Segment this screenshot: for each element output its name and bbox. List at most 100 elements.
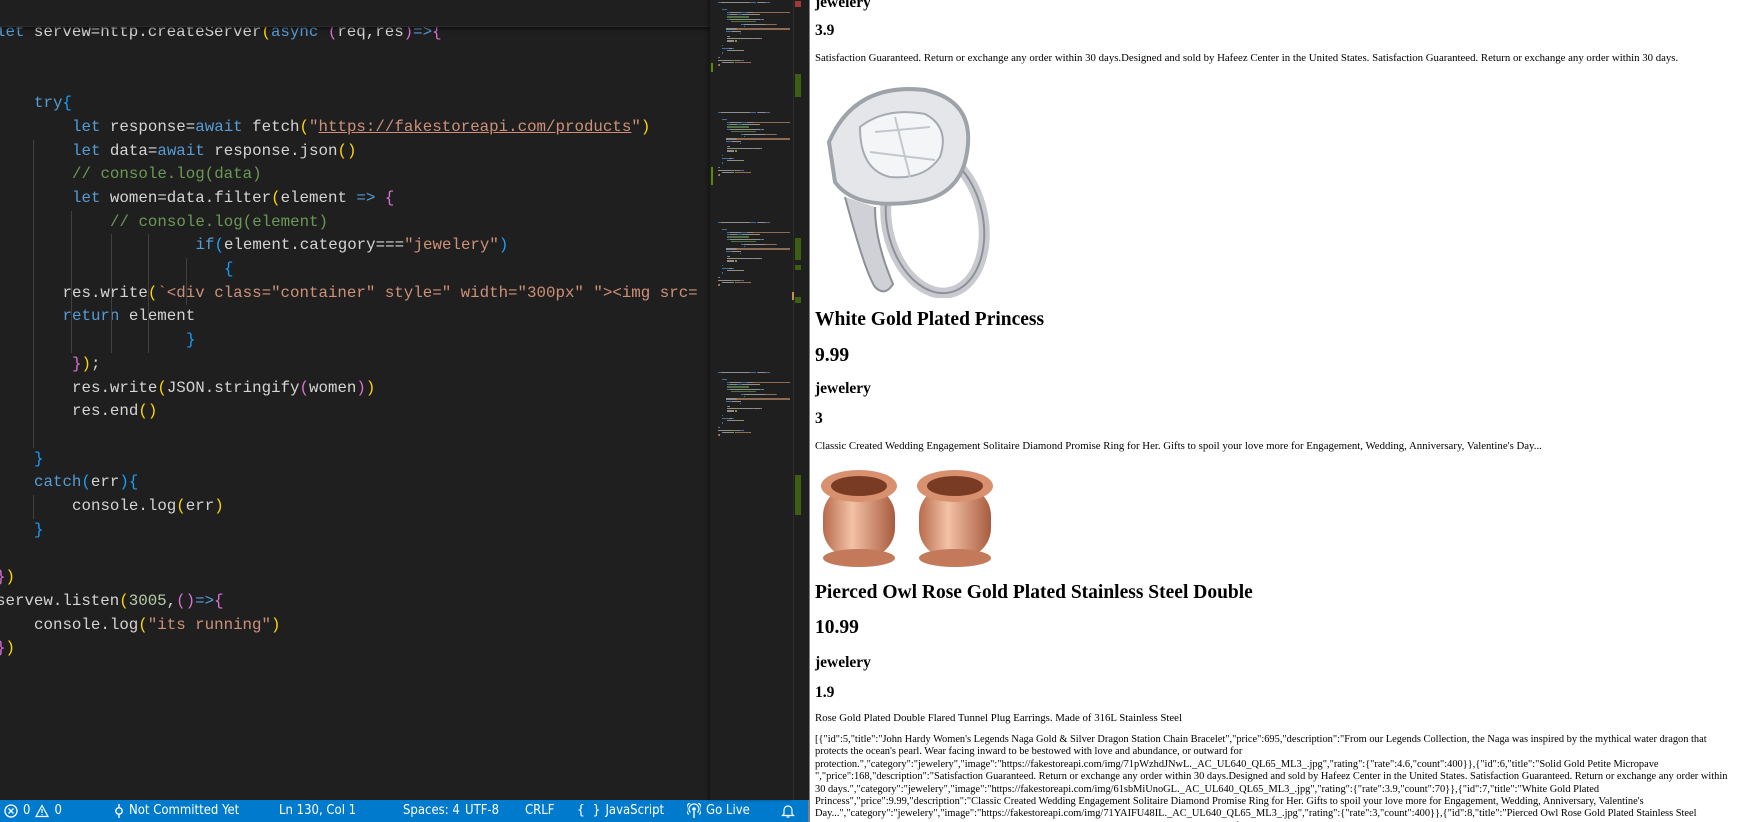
minimap-token [733,47,735,49]
code-token: } [34,520,44,539]
minimap-token [726,40,735,42]
code-editor[interactable]: let servew=http.createServer(async (req,… [0,0,793,800]
minimap-token [760,408,762,410]
minimap-token [731,391,757,393]
code-line[interactable]: }) [0,566,15,590]
code-line[interactable]: { [224,258,233,282]
minimap-token [729,405,731,407]
code-line[interactable]: return element [63,305,196,329]
language-mode[interactable]: { } JavaScript [577,800,664,822]
code-token: ) [356,378,366,397]
code-token: element [280,188,357,207]
broadcast-icon [687,803,701,819]
minimap-token [763,388,765,391]
minimap-token [755,121,790,123]
code-token: err [185,497,215,515]
minimap-token [743,420,745,422]
code-line[interactable]: let data=await response.json() [72,140,356,164]
bell-icon [781,803,795,819]
product-price: 9.99 [815,345,850,366]
minimap-token [734,150,737,152]
minimap-token [765,243,777,245]
product-category: jewelery [815,380,871,397]
minimap-token [722,52,724,54]
minimap-token [731,21,757,23]
minimap-token [743,270,745,272]
minimap-token [742,14,758,16]
minimap-token [726,150,735,152]
encoding-setting[interactable]: UTF-8 [465,800,499,822]
minimap-token [744,396,746,398]
code-line[interactable]: } [34,519,43,543]
git-status-label: Not Committed Yet [129,803,240,818]
code-token: ) [81,354,91,373]
change-marker [795,238,801,260]
minimap-token [719,174,721,176]
product-rating: 1.9 [815,684,835,701]
code-line[interactable]: res.end() [72,400,157,424]
minimap-token [751,388,760,391]
braces-icon: { } [577,803,601,818]
code-token: // console.log(data) [72,165,262,184]
editor-scrollbar[interactable] [792,0,809,800]
code-line[interactable]: catch(err){ [34,471,138,495]
minimap-token [726,260,735,262]
minimap-token [742,384,758,386]
code-token: => [356,188,376,207]
code-line[interactable]: let response=await fetch("https://fakest… [72,116,650,140]
code-line[interactable]: servew.listen(3005,()=>{ [0,590,224,614]
product-title: White Gold Plated Princess [815,309,1045,330]
minimap-token [760,148,762,150]
minimap-token [733,267,735,269]
problems-indicator[interactable]: 0 0 [4,800,62,822]
minimap-token [740,33,742,35]
code-line[interactable]: console.log("its running") [34,614,281,638]
code-token: ( [299,117,310,136]
git-blame-indicator[interactable]: Not Committed Yet [114,800,239,822]
code-token: ) [5,639,15,658]
notifications-button[interactable] [781,800,795,822]
code-line[interactable]: console.log(err) [72,495,224,519]
change-marker [795,74,801,97]
code-line[interactable]: }); [72,353,100,377]
minimap-token [736,138,790,140]
code-line[interactable]: try{ [34,92,72,116]
minimap-token [743,50,745,52]
code-token: element [119,307,196,326]
minimap-token [719,277,721,279]
product-rating: 3 [815,410,823,427]
minimap-token [749,432,751,434]
code-line[interactable]: res.write(`<div class="container" style=… [63,282,698,306]
code-line[interactable]: res.write(JSON.stringify(women)) [72,377,375,401]
code-token: res.end [72,402,139,421]
code-line[interactable]: } [186,329,195,353]
code-token: if [195,236,215,255]
code-line[interactable]: if(element.category==="jewelery") [196,234,509,258]
language-label: JavaScript [605,803,665,818]
code-token: fetch [242,117,300,136]
go-live-button[interactable]: Go Live [687,800,750,822]
product-category: jewelery [815,0,871,11]
indentation-setting[interactable]: Spaces: 4 [403,800,460,822]
minimap-token [718,59,733,61]
minimap-token [755,231,790,233]
minimap-token [757,124,760,126]
code-line[interactable]: }) [0,637,15,661]
code-token: , [166,591,177,610]
code-line[interactable]: // console.log(data) [72,163,262,187]
minimap-token [725,400,733,403]
indent-guide [33,139,34,448]
cursor-position[interactable]: Ln 130, Col 1 [279,800,356,822]
code-line[interactable]: } [34,448,43,472]
minimap-token [744,26,746,28]
line-ending-setting[interactable]: CRLF [525,800,555,822]
minimap-token [722,155,724,157]
code-token: ( [271,188,281,207]
code-token: res.write [72,378,158,397]
minimap-token [734,260,737,262]
code-token: 3005 [128,591,167,610]
minimap[interactable] [710,0,793,800]
code-line[interactable]: // console.log(element) [110,211,328,235]
minimap-token [730,124,737,126]
code-line[interactable]: let women=data.filter(element => { [72,187,394,211]
